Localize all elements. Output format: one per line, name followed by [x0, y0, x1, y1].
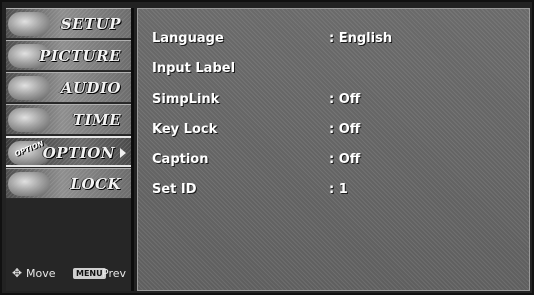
setting-label: SimpLink — [152, 92, 220, 107]
setting-label: Language — [152, 31, 224, 46]
setting-value: : Off — [329, 92, 361, 107]
sidebar-item-time[interactable]: TIME — [6, 104, 131, 135]
lock-thumbnail-icon — [8, 172, 50, 196]
prev-hint-label: Prev — [102, 267, 126, 280]
menu-sidebar: SETUP PICTURE AUDIO TIME OPTION OPTION L… — [6, 8, 134, 291]
setting-label: Caption — [152, 152, 209, 167]
move-hint-label: Move — [26, 267, 56, 280]
sidebar-item-option[interactable]: OPTION OPTION — [6, 136, 131, 167]
sidebar-item-label: OPTION — [42, 144, 115, 162]
setting-value: : English — [329, 31, 393, 46]
sidebar-item-label: PICTURE — [39, 47, 121, 65]
setting-label: Key Lock — [152, 122, 218, 137]
sidebar-item-audio[interactable]: AUDIO — [6, 72, 131, 103]
audio-thumbnail-icon — [8, 76, 50, 100]
setting-row-language[interactable]: Language : English — [152, 31, 512, 51]
tv-menu-screen: SETUP PICTURE AUDIO TIME OPTION OPTION L… — [0, 0, 534, 295]
sidebar-item-label: LOCK — [70, 175, 121, 193]
setting-label: Set ID — [152, 182, 197, 197]
setting-row-simplink[interactable]: SimpLink : Off — [152, 92, 512, 112]
sidebar-item-label: SETUP — [60, 15, 121, 33]
menu-key-badge: MENU — [73, 268, 106, 279]
sidebar-item-setup[interactable]: SETUP — [6, 8, 131, 39]
triangle-right-icon — [120, 148, 126, 158]
option-settings-panel: Language : English Input Label SimpLink … — [137, 8, 530, 291]
setting-label: Input Label — [152, 61, 236, 76]
setting-row-caption[interactable]: Caption : Off — [152, 152, 512, 172]
setting-value: : Off — [329, 152, 361, 167]
setting-row-set-id[interactable]: Set ID : 1 — [152, 182, 512, 202]
sidebar-item-label: TIME — [72, 111, 121, 129]
setting-value: : Off — [329, 122, 361, 137]
sidebar-item-picture[interactable]: PICTURE — [6, 40, 131, 71]
setting-row-input-label[interactable]: Input Label — [152, 61, 512, 81]
time-thumbnail-icon — [8, 108, 50, 132]
four-way-arrow-icon: ✥ — [12, 266, 23, 280]
setup-thumbnail-icon — [8, 12, 50, 36]
setting-row-key-lock[interactable]: Key Lock : Off — [152, 122, 512, 142]
navigation-hints: ✥ Move MENU Prev — [6, 265, 131, 283]
sidebar-item-label: AUDIO — [60, 79, 121, 97]
sidebar-item-lock[interactable]: LOCK — [6, 168, 131, 199]
setting-value: : 1 — [329, 182, 348, 197]
